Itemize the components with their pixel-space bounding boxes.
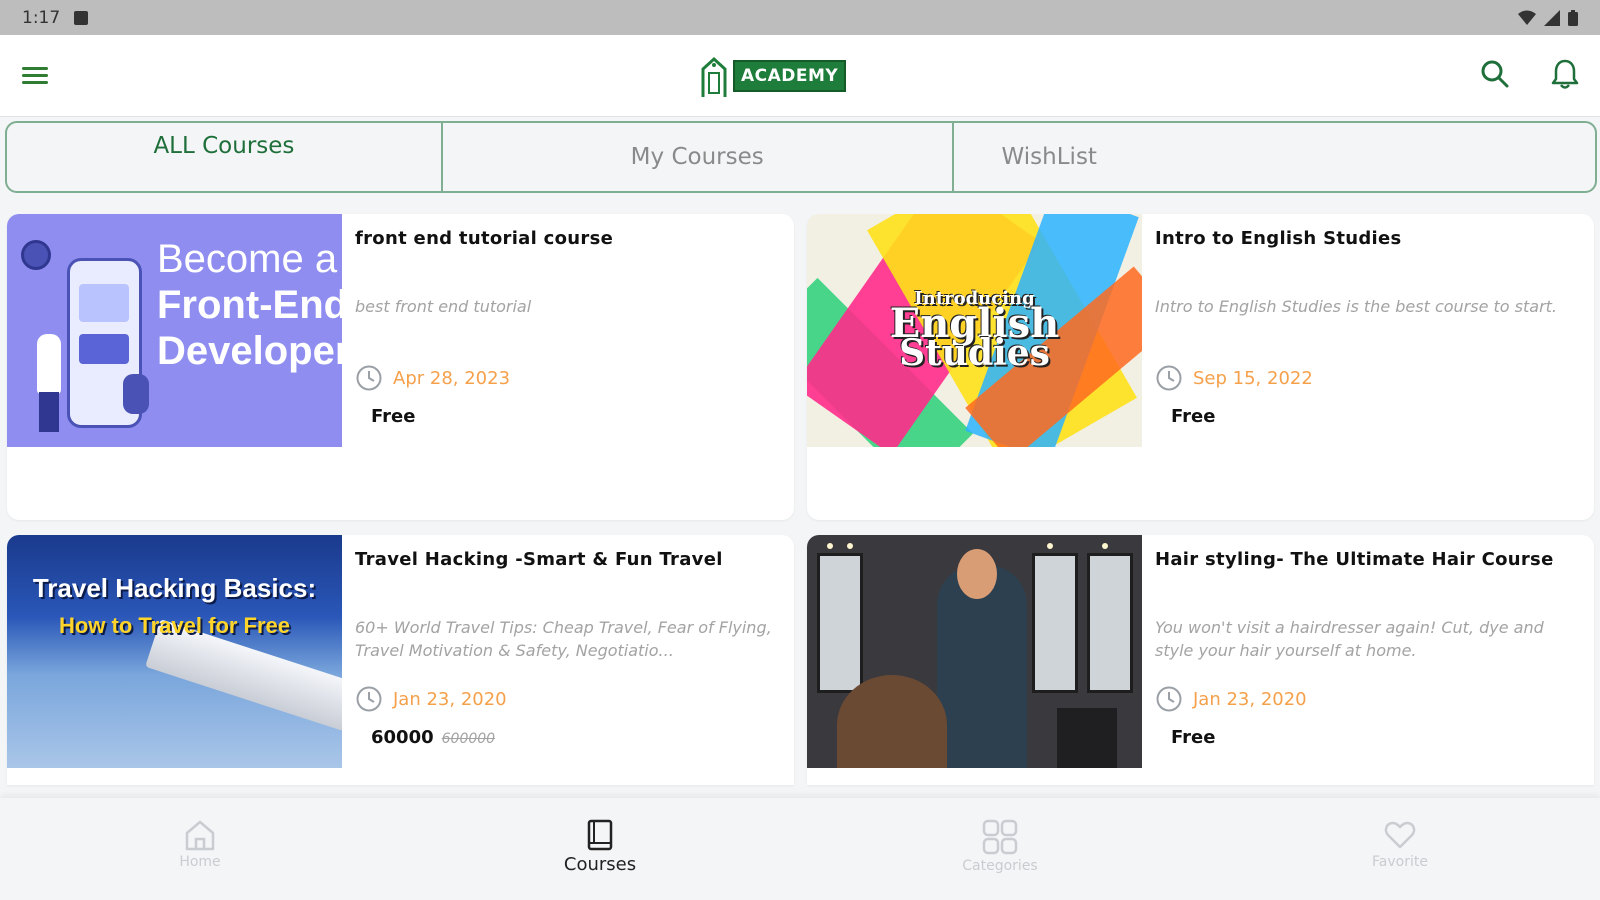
- academy-logo-icon: [701, 56, 727, 97]
- course-old-price: 600000: [441, 731, 496, 747]
- book-icon: [587, 819, 613, 851]
- nav-favorite[interactable]: Favorite: [1200, 798, 1600, 900]
- bottom-navigation: Home Courses Categories Favorite: [0, 798, 1600, 900]
- course-price-row: Free: [1171, 727, 1215, 748]
- course-price: Free: [371, 406, 416, 427]
- course-price-row: Free: [1171, 406, 1215, 427]
- course-title: Intro to English Studies: [1155, 228, 1402, 249]
- heart-icon: [1384, 821, 1416, 849]
- course-description: Intro to English Studies is the best cou…: [1155, 297, 1558, 316]
- course-thumbnail: Travel Hacking Basics: How to Travel for…: [7, 535, 342, 768]
- course-title: Travel Hacking -Smart & Fun Travel: [355, 549, 723, 570]
- search-button[interactable]: [1478, 57, 1512, 91]
- app-bar: ACADEMY: [0, 35, 1600, 117]
- course-tabs: ALL Courses My Courses WishList: [5, 121, 1597, 193]
- course-date-row: Apr 28, 2023: [355, 364, 510, 392]
- clock-icon: [356, 686, 382, 712]
- course-card[interactable]: Introducing English Studies Intro to Eng…: [807, 214, 1594, 520]
- status-bar: 1:17: [0, 0, 1600, 35]
- course-price: 60000: [371, 727, 434, 748]
- clock-icon: [1156, 686, 1182, 712]
- clock-icon: [356, 365, 382, 391]
- status-time: 1:17: [22, 7, 61, 28]
- course-price: Free: [1171, 727, 1216, 748]
- menu-button[interactable]: [22, 63, 56, 89]
- course-date: Jan 23, 2020: [393, 688, 507, 710]
- course-price-row: 60000 600000: [371, 727, 495, 748]
- course-thumbnail: Introducing English Studies: [807, 214, 1142, 447]
- course-card[interactable]: Become a Front-End Developer front end t…: [7, 214, 794, 520]
- course-date-row: Jan 23, 2020: [1155, 685, 1307, 713]
- tab-wishlist[interactable]: WishList: [954, 123, 1595, 191]
- course-date: Sep 15, 2022: [1193, 367, 1313, 389]
- course-card[interactable]: Hair styling- The Ultimate Hair Course Y…: [807, 535, 1594, 785]
- course-price: Free: [1171, 406, 1216, 427]
- course-description: best front end tutorial: [355, 297, 532, 316]
- thumbnail-text: Become a Front-End Developer: [157, 237, 342, 373]
- course-info: Travel Hacking -Smart & Fun Travel 60+ W…: [355, 549, 780, 748]
- grid-icon: [982, 819, 1018, 855]
- notifications-button[interactable]: [1548, 57, 1582, 91]
- nav-label: Courses: [563, 854, 637, 875]
- nav-categories[interactable]: Categories: [800, 798, 1200, 900]
- thumbnail-text: Studies: [899, 332, 1050, 374]
- course-thumbnail: [807, 535, 1142, 768]
- course-info: Hair styling- The Ultimate Hair Course Y…: [1155, 549, 1580, 748]
- course-description: 60+ World Travel Tips: Cheap Travel, Fea…: [355, 618, 772, 660]
- nav-label: Favorite: [1372, 854, 1428, 870]
- notification-icon: [74, 10, 89, 25]
- logo-text: ACADEMY: [733, 60, 847, 92]
- wifi-icon: [1518, 10, 1536, 25]
- home-icon: [185, 820, 215, 851]
- bell-icon: [1551, 59, 1579, 89]
- signal-icon: [1544, 9, 1560, 26]
- tab-label: My Courses: [630, 144, 764, 170]
- course-info: Intro to English Studies Intro to Englis…: [1155, 228, 1580, 427]
- course-date-row: Sep 15, 2022: [1155, 364, 1313, 392]
- course-date-row: Jan 23, 2020: [355, 685, 507, 713]
- course-info: front end tutorial course best front end…: [355, 228, 780, 427]
- course-price-row: Free: [371, 406, 415, 427]
- status-icons: [1518, 9, 1578, 26]
- app-logo: ACADEMY: [697, 53, 847, 99]
- tab-label: WishList: [1001, 144, 1097, 170]
- thumbnail-text: How to Travel for Free: [58, 613, 291, 638]
- course-title: Hair styling- The Ultimate Hair Course: [1155, 549, 1554, 570]
- nav-home[interactable]: Home: [0, 798, 400, 900]
- course-title: front end tutorial course: [355, 228, 614, 249]
- nav-label: Categories: [962, 858, 1038, 874]
- course-thumbnail: Become a Front-End Developer: [7, 214, 342, 447]
- course-date: Jan 23, 2020: [1193, 688, 1307, 710]
- tab-all-courses[interactable]: ALL Courses: [7, 123, 443, 191]
- clock-icon: [1156, 365, 1182, 391]
- nav-label: Home: [179, 854, 221, 870]
- hamburger-icon: [22, 67, 48, 70]
- course-card[interactable]: Travel Hacking Basics: How to Travel for…: [7, 535, 794, 785]
- course-date: Apr 28, 2023: [393, 367, 511, 389]
- tab-my-courses[interactable]: My Courses: [443, 123, 954, 191]
- thumbnail-text: Travel Hacking Basics:: [32, 573, 317, 603]
- tab-label: ALL Courses: [153, 133, 295, 159]
- search-icon: [1481, 60, 1509, 88]
- course-description: You won't visit a hairdresser again! Cut…: [1155, 618, 1544, 660]
- nav-courses[interactable]: Courses: [400, 798, 800, 900]
- battery-icon: [1568, 9, 1578, 26]
